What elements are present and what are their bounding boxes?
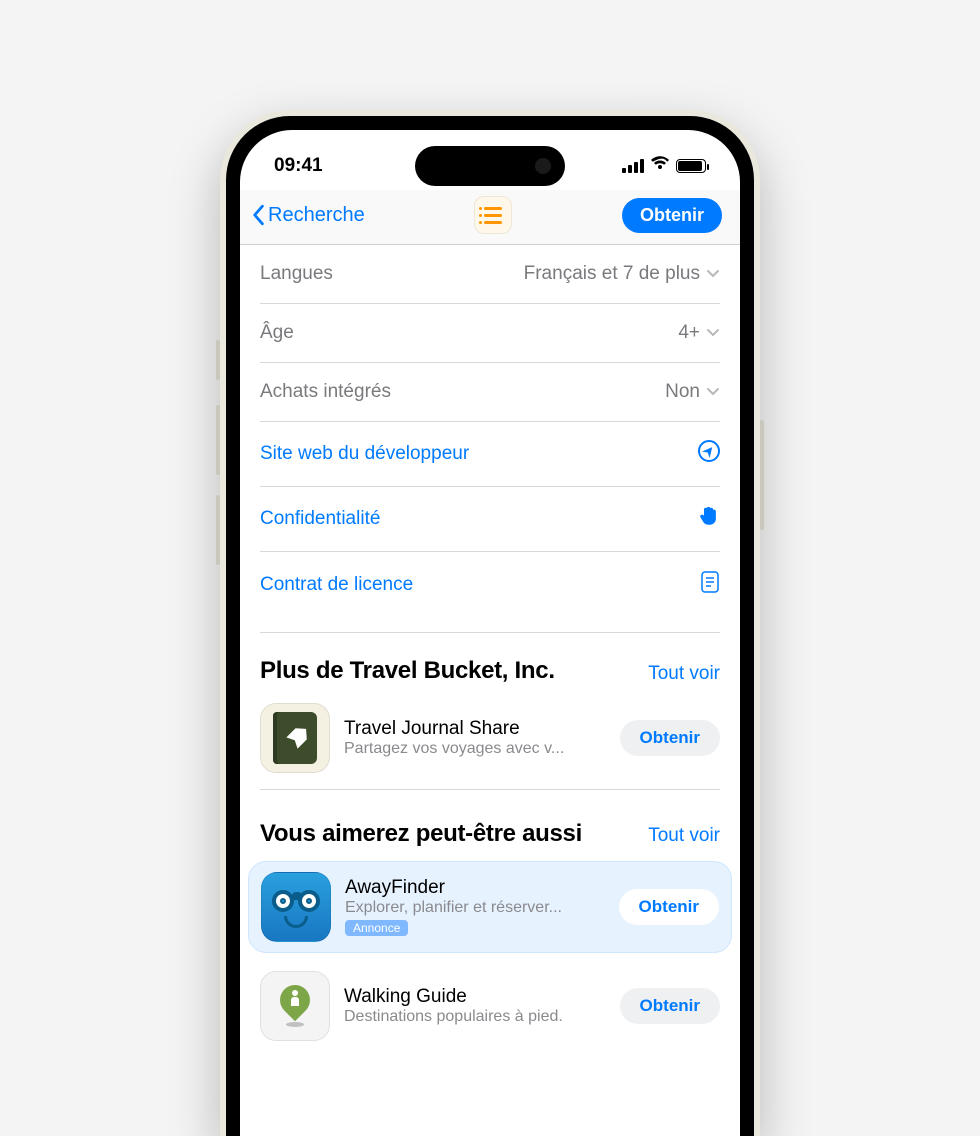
see-all-link[interactable]: Tout voir (648, 663, 720, 685)
get-button[interactable]: Obtenir (620, 720, 720, 756)
app-card-journal[interactable]: Travel Journal Share Partagez vos voyage… (260, 695, 720, 781)
chevron-down-icon (706, 381, 720, 403)
value: Français et 7 de plus (524, 263, 700, 285)
app-name: Travel Journal Share (344, 718, 606, 740)
section-you-might-like: Vous aimerez peut-être aussi Tout voir (260, 789, 720, 858)
see-all-link[interactable]: Tout voir (648, 825, 720, 847)
label: Langues (260, 263, 333, 285)
volume-down-button (216, 495, 220, 565)
label: Âge (260, 322, 294, 344)
row-iap[interactable]: Achats intégrés Non (260, 363, 720, 422)
battery-icon (676, 159, 706, 173)
app-subtitle: Destinations populaires à pied. (344, 1008, 606, 1026)
compass-icon (698, 440, 720, 468)
label: Site web du développeur (260, 443, 469, 465)
chevron-down-icon (706, 322, 720, 344)
row-license[interactable]: Contrat de licence (260, 552, 720, 618)
app-name: AwayFinder (345, 877, 605, 899)
status-time: 09:41 (274, 155, 323, 177)
document-icon (700, 570, 720, 600)
side-button (216, 340, 220, 380)
label: Achats intégrés (260, 381, 391, 403)
app-subtitle: Partagez vos voyages avec v... (344, 740, 606, 758)
ad-badge: Annonce (345, 920, 408, 936)
app-icon (261, 872, 331, 942)
volume-up-button (216, 405, 220, 475)
get-button[interactable]: Obtenir (619, 889, 719, 925)
app-icon (260, 703, 330, 773)
dynamic-island (415, 146, 565, 186)
cellular-icon (622, 159, 644, 173)
row-privacy[interactable]: Confidentialité (260, 487, 720, 552)
section-title: Vous aimerez peut-être aussi (260, 820, 582, 848)
phone-frame: 09:41 Recherche Obtenir (220, 110, 760, 1136)
app-subtitle: Explorer, planifier et réserver... (345, 899, 605, 917)
app-card-walking[interactable]: Walking Guide Destinations populaires à … (260, 963, 720, 1049)
chevron-left-icon (250, 204, 266, 226)
app-name: Walking Guide (344, 986, 606, 1008)
row-age[interactable]: Âge 4+ (260, 304, 720, 363)
value: 4+ (678, 322, 700, 344)
section-more-by: Plus de Travel Bucket, Inc. Tout voir (260, 632, 720, 695)
app-icon-small (474, 196, 512, 234)
nav-bar: Recherche Obtenir (240, 190, 740, 245)
app-card-awayfinder[interactable]: AwayFinder Explorer, planifier et réserv… (248, 861, 732, 953)
power-button (760, 420, 764, 530)
value: Non (665, 381, 700, 403)
get-button[interactable]: Obtenir (620, 988, 720, 1024)
back-button[interactable]: Recherche (250, 204, 365, 227)
hand-icon (698, 505, 720, 533)
chevron-down-icon (706, 263, 720, 285)
section-title: Plus de Travel Bucket, Inc. (260, 657, 555, 685)
row-languages[interactable]: Langues Français et 7 de plus (260, 245, 720, 304)
app-icon (260, 971, 330, 1041)
row-developer-site[interactable]: Site web du développeur (260, 422, 720, 487)
back-label: Recherche (268, 204, 365, 227)
label: Contrat de licence (260, 574, 413, 596)
get-button-header[interactable]: Obtenir (622, 198, 722, 233)
label: Confidentialité (260, 508, 380, 530)
wifi-icon (650, 155, 670, 177)
